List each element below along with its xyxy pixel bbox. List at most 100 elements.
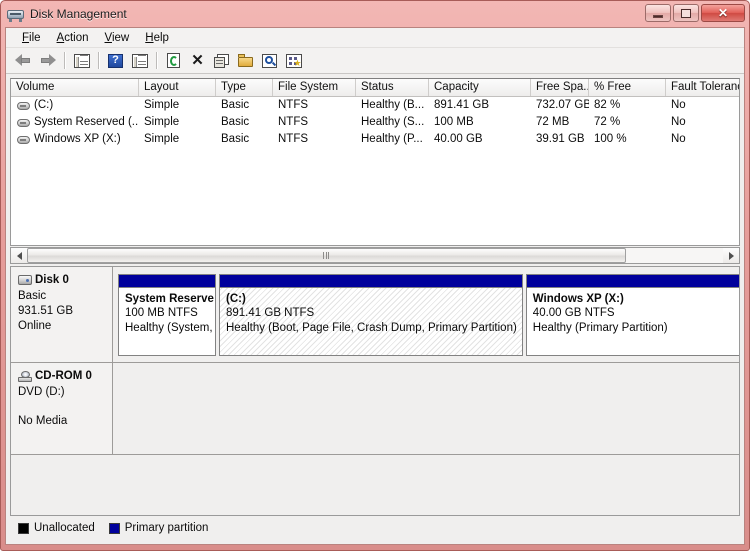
properties-button[interactable] [210,50,233,72]
partition-box[interactable]: (C:) 891.41 GB NTFS Healthy (Boot, Page Fi… [219,274,523,356]
menu-view-accel: V [104,31,112,44]
properties-icon [213,53,230,68]
graphical-view[interactable]: Disk 0 Basic 931.51 GB Online System Reserve… [10,266,740,516]
forward-icon [39,54,56,67]
cell-file_system: NTFS [278,116,309,128]
all-tasks-button[interactable]: ★ [282,50,305,72]
cell-volume-label: (C:) [34,99,54,111]
column-header-fault_tolerance[interactable]: Fault Tolerance [666,79,739,96]
volume-drive-icon [17,118,30,127]
forward-button[interactable] [36,50,59,72]
window-title: Disk Management [30,7,127,21]
cell-free_space: 732.07 GB [536,99,589,111]
cell-capacity: 40.00 GB [434,133,483,145]
column-header-capacity[interactable]: Capacity [429,79,531,96]
partition-size-filesystem: 891.41 GB NTFS [226,307,315,319]
column-header-percent_free[interactable]: % Free [589,79,666,96]
cell-volume-label: System Reserved (... [34,116,139,128]
cell-percent_free: 72 % [594,116,621,128]
open-folder-icon [237,54,254,67]
partition-title: Windows XP (X:) [532,293,624,305]
menu-bar: File Action View Help [6,28,744,48]
cell-volume-label: Windows XP (X:) [34,133,121,145]
volume-drive-icon [17,101,30,110]
cell-volume: System Reserved (... [11,114,139,131]
disk-type: Basic [18,290,47,302]
column-header-volume[interactable]: Volume [11,79,139,96]
partition-body: System Reserve 100 MB NTFS Healthy (System… [119,288,215,355]
table-row[interactable]: (C:) Simple Basic NTFS Healthy (B... 891.41 G… [11,97,739,114]
disk-info-panel[interactable]: CD-ROM 0 DVD (D:) No Media [11,363,113,455]
cell-volume: Windows XP (X:) [11,131,139,148]
toolbar: ? ✕ ★ [6,48,744,74]
title-bar: Disk Management ✕ [1,1,750,27]
show-action-pane-icon [131,53,148,68]
show-action-pane-button[interactable] [128,50,151,72]
menu-action[interactable]: Action [49,30,97,46]
volume-list-header: Volume Layout Type File System Status Capacit… [11,79,739,97]
back-button[interactable] [12,50,35,72]
disk-management-window: Disk Management ✕ File Action View Help [0,0,750,551]
menu-view[interactable]: View [97,30,138,46]
help-button[interactable]: ? [104,50,127,72]
maximize-button[interactable] [673,4,699,22]
disk-info-panel[interactable]: Disk 0 Basic 931.51 GB Online [11,267,113,363]
cell-file_system: NTFS [278,133,309,145]
cell-status: Healthy (S... [361,116,425,128]
refresh-icon [167,53,180,68]
minimize-icon [653,14,663,18]
refresh-button[interactable] [162,50,185,72]
cell-fault_tolerance: No [671,133,686,145]
column-header-status[interactable]: Status [356,79,429,96]
volume-list-body: (C:) Simple Basic NTFS Healthy (B... 891.41 G… [11,97,739,148]
show-console-tree-button[interactable] [70,50,93,72]
open-folder-button[interactable] [234,50,257,72]
menu-help[interactable]: Help [137,30,177,46]
menu-file[interactable]: File [14,30,49,46]
table-row[interactable]: System Reserved (... Simple Basic NTFS Healt… [11,114,739,131]
disk-title: Disk 0 [18,274,106,286]
partition-body: Windows XP (X:) 40.00 GB NTFS Healthy (Pri… [527,288,739,355]
menu-file-accel: F [22,31,30,44]
scrollbar-thumb[interactable] [27,248,626,263]
cd-rom-icon [18,370,32,382]
menu-file-label: ile [29,31,41,44]
column-header-layout[interactable]: Layout [139,79,216,96]
column-header-free_space[interactable]: Free Spa... [531,79,589,96]
cell-file_system: NTFS [278,99,309,111]
rescan-disks-button[interactable] [258,50,281,72]
cell-status: Healthy (P... [361,133,423,145]
partition-box[interactable]: Windows XP (X:) 40.00 GB NTFS Healthy (Pri… [525,274,739,356]
partition-color-bar [220,275,522,288]
cell-layout: Simple [144,116,180,128]
graphical-view-empty-space [11,455,739,515]
table-row[interactable]: Windows XP (X:) Simple Basic NTFS Healthy (P… [11,131,739,148]
column-header-file_system[interactable]: File System [273,79,356,96]
column-header-type[interactable]: Type [216,79,273,96]
scrollbar-track[interactable] [27,248,723,263]
disk-status: Online [18,320,52,332]
cell-free_space: 39.91 GB [536,133,585,145]
partition-status: Healthy (System, [125,322,213,334]
scroll-left-button[interactable] [11,248,27,263]
minimize-button[interactable] [645,4,671,22]
horizontal-scrollbar[interactable] [10,247,740,264]
menu-help-accel: H [145,31,154,44]
disk-type: DVD (D:) [18,386,65,398]
legend-swatch [108,522,120,534]
toolbar-separator-2 [98,52,99,69]
close-icon: ✕ [717,6,729,20]
close-button[interactable]: ✕ [701,4,745,22]
menu-action-label: ction [64,31,89,44]
partition-box[interactable]: System Reserve 100 MB NTFS Healthy (System… [118,274,216,356]
maximize-icon [681,8,691,18]
delete-button[interactable]: ✕ [186,50,209,72]
scroll-right-button[interactable] [723,248,739,263]
volume-list[interactable]: Volume Layout Type File System Status Capacit… [10,78,740,246]
disk-title: CD-ROM 0 [18,370,106,382]
toolbar-separator-1 [64,52,65,69]
cell-percent_free: 100 % [594,133,627,145]
window-client-area: File Action View Help ? ✕ ★ Volume Layou… [5,27,745,545]
back-icon [15,54,32,67]
partition-color-bar [119,275,215,288]
